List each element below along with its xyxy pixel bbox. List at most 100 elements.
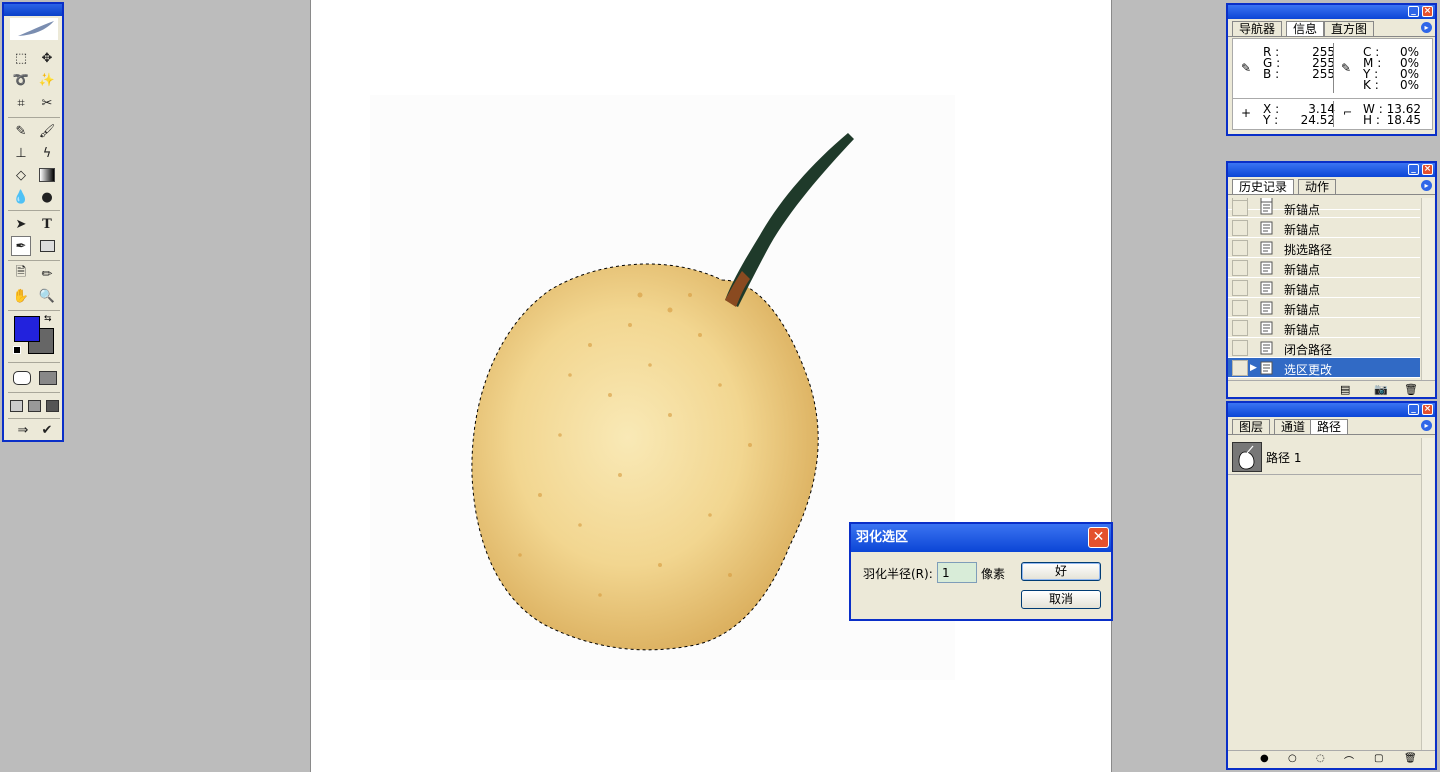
toolbox-titlebar[interactable]: [4, 4, 62, 16]
panel-menu-icon[interactable]: ▸: [1421, 180, 1432, 191]
brush-tool-icon[interactable]: 🖌: [37, 121, 57, 141]
minimize-icon[interactable]: _: [1408, 6, 1419, 17]
eyedropper-tool-icon[interactable]: ✏: [37, 264, 57, 284]
new-document-icon[interactable]: ▤: [1340, 383, 1350, 396]
fill-path-icon[interactable]: ●: [1260, 753, 1269, 764]
history-item[interactable]: 新锚点: [1228, 258, 1420, 278]
screen-mode-full-menu-icon[interactable]: [26, 396, 42, 416]
foreground-color-swatch[interactable]: [14, 316, 40, 342]
close-icon[interactable]: ×: [1422, 164, 1433, 175]
info-position: + X : Y : 3.14 24.52 ⌐ W : H : 13.62 18.…: [1232, 98, 1433, 130]
ok-button[interactable]: 好: [1021, 562, 1101, 581]
history-item[interactable]: 挑选路径: [1228, 238, 1420, 258]
pen-tool-icon[interactable]: ✒: [11, 236, 31, 256]
feather-radius-input[interactable]: [937, 562, 977, 583]
slice-tool-icon[interactable]: ✂: [37, 93, 57, 113]
crop-tool-icon[interactable]: ⌗: [11, 93, 31, 113]
history-item[interactable]: 新锚点: [1228, 218, 1420, 238]
rgb-labels: R : G : B :: [1263, 45, 1281, 81]
marquee-tool-icon[interactable]: ⬚: [11, 48, 31, 68]
new-path-icon[interactable]: ▢: [1374, 753, 1383, 764]
tab-actions[interactable]: 动作: [1298, 179, 1337, 194]
dodge-tool-icon[interactable]: ●: [37, 187, 57, 207]
history-brush-icon[interactable]: ϟ: [37, 143, 57, 163]
zoom-tool-icon[interactable]: 🔍: [37, 286, 57, 306]
paths-scrollbar[interactable]: [1421, 438, 1434, 750]
history-item[interactable]: 新锚点: [1228, 198, 1420, 218]
paths-footer: ● ○ ◌ ⌒ ▢ 🗑: [1228, 750, 1435, 769]
blur-tool-icon[interactable]: 💧: [11, 187, 31, 207]
shape-tool-icon[interactable]: [37, 236, 57, 256]
stroke-path-icon[interactable]: ○: [1288, 753, 1297, 764]
history-panel-titlebar[interactable]: _ ×: [1228, 163, 1435, 177]
lasso-tool-icon[interactable]: ➰: [11, 70, 31, 90]
tab-channels[interactable]: 通道: [1274, 419, 1313, 434]
cmyk-labels: C : M : Y : K :: [1363, 45, 1382, 92]
tab-navigator[interactable]: 导航器: [1232, 21, 1283, 36]
path-name: 路径 1: [1266, 451, 1302, 465]
path-row[interactable]: 路径 1: [1228, 438, 1421, 475]
tab-info[interactable]: 信息: [1286, 21, 1325, 36]
panel-menu-icon[interactable]: ▸: [1421, 420, 1432, 431]
tab-histogram[interactable]: 直方图: [1324, 21, 1375, 36]
close-icon[interactable]: ×: [1422, 6, 1433, 17]
history-item[interactable]: 新锚点: [1228, 298, 1420, 318]
panel-menu-icon[interactable]: ▸: [1421, 22, 1432, 33]
info-panel-titlebar[interactable]: _ ×: [1228, 5, 1435, 19]
close-icon[interactable]: ×: [1422, 404, 1433, 415]
info-readout: ✎ R : G : B : 255 255 255 ✎ C : M : Y : …: [1232, 38, 1433, 99]
type-tool-icon[interactable]: T: [37, 214, 57, 234]
move-tool-icon[interactable]: ✥: [37, 48, 57, 68]
trash-icon[interactable]: 🗑: [1404, 753, 1417, 764]
history-item[interactable]: 新锚点: [1228, 318, 1420, 338]
make-work-path-icon[interactable]: ⌒: [1344, 753, 1354, 768]
history-item[interactable]: 闭合路径: [1228, 338, 1420, 358]
history-panel-tabs: 历史记录 动作 ▸: [1228, 177, 1435, 195]
tab-paths[interactable]: 路径: [1310, 419, 1349, 434]
feather-selection-dialog: 羽化选区 ✕ 羽化半径(R): 像素 好 取消: [849, 522, 1113, 621]
trash-icon[interactable]: 🗑: [1404, 383, 1418, 396]
tab-history[interactable]: 历史记录: [1232, 179, 1295, 194]
rgb-values: 255 255 255: [1312, 45, 1335, 81]
new-snapshot-icon[interactable]: 📷: [1374, 383, 1388, 396]
dialog-title: 羽化选区: [856, 530, 909, 545]
hand-tool-icon[interactable]: ✋: [11, 286, 31, 306]
close-icon[interactable]: ✕: [1088, 527, 1109, 548]
wh-values: 13.62 18.45: [1386, 102, 1421, 127]
gradient-tool-icon[interactable]: [37, 165, 57, 185]
magic-wand-icon[interactable]: ✨: [37, 70, 57, 90]
healing-brush-icon[interactable]: ✎: [11, 121, 31, 141]
quick-mask-icon[interactable]: [37, 368, 59, 388]
swap-colors-icon[interactable]: ⇆: [44, 314, 52, 324]
jump-to-imageready-icon[interactable]: ⇒: [11, 420, 35, 440]
screen-mode-standard-icon[interactable]: [8, 396, 24, 416]
history-footer: ▤ 📷 🗑: [1228, 380, 1435, 398]
tab-layers[interactable]: 图层: [1232, 419, 1271, 434]
default-colors-icon[interactable]: [13, 346, 21, 354]
history-scrollbar[interactable]: [1421, 198, 1434, 380]
clone-stamp-icon[interactable]: ⊥: [11, 143, 31, 163]
edit-in-imageready-icon[interactable]: ✔: [37, 420, 57, 440]
cancel-button[interactable]: 取消: [1021, 590, 1101, 609]
paths-panel-titlebar[interactable]: _ ×: [1228, 403, 1435, 417]
standard-mode-icon[interactable]: [11, 368, 33, 388]
history-state-pointer-icon: ▶: [1250, 363, 1257, 373]
load-selection-icon[interactable]: ◌: [1316, 753, 1325, 764]
notes-tool-icon[interactable]: 🗎: [11, 264, 31, 284]
path-selection-icon[interactable]: ➤: [11, 214, 31, 234]
history-item-selected[interactable]: ▶ 选区更改: [1228, 358, 1420, 378]
wh-labels: W : H :: [1363, 102, 1383, 127]
xy-values: 3.14 24.52: [1300, 102, 1335, 127]
screen-mode-full-icon[interactable]: [44, 396, 60, 416]
feather-logo[interactable]: [10, 18, 58, 40]
minimize-icon[interactable]: _: [1408, 404, 1419, 415]
toolbox: ⬚ ✥ ➰ ✨ ⌗ ✂ ✎ 🖌 ⊥ ϟ ◇ 💧 ● ➤ T ✒ 🗎 ✏ ✋ 🔍 …: [2, 2, 64, 442]
dialog-titlebar[interactable]: 羽化选区 ✕: [851, 524, 1111, 552]
minimize-icon[interactable]: _: [1408, 164, 1419, 175]
history-panel: _ × 历史记录 动作 ▸ 新锚点 新锚点 挑选路径 新锚点 新锚点 新锚点 新…: [1226, 161, 1437, 399]
history-item[interactable]: 新锚点: [1228, 278, 1420, 298]
eraser-tool-icon[interactable]: ◇: [11, 165, 31, 185]
paths-panel-tabs: 图层 通道 路径 ▸: [1228, 417, 1435, 435]
history-list: 新锚点 新锚点 挑选路径 新锚点 新锚点 新锚点 新锚点 闭合路径 ▶ 选区更改: [1228, 198, 1421, 380]
crosshair-icon: +: [1241, 106, 1252, 120]
